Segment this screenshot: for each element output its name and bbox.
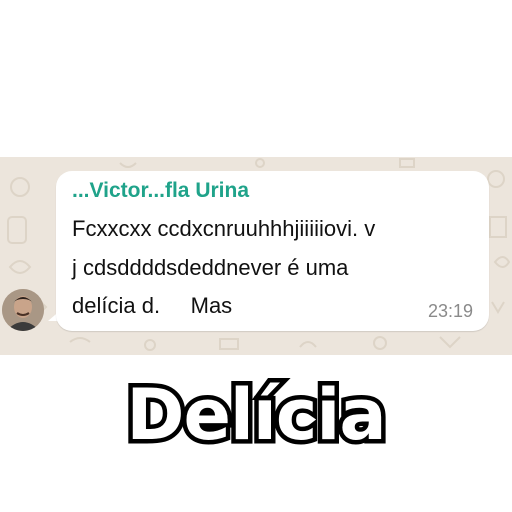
message-text-line: delícia d. Mas [72, 293, 233, 318]
doodle-chevron-icon [439, 336, 461, 349]
doodle-dot-icon [144, 339, 156, 351]
doodle-box-icon [399, 158, 415, 168]
message-text-line: Fcxxcxx ccdxcnruuhhhjiiiiiovi. v [72, 216, 376, 241]
message-text-line: j cdsddddsdeddnever é uma [72, 255, 349, 280]
doodle-wave-icon [299, 341, 317, 348]
doodle-box-icon [219, 338, 239, 350]
doodle-square-icon [489, 216, 507, 238]
doodle-circle-icon [10, 177, 30, 197]
doodle-wave-icon [69, 337, 91, 343]
chat-background: ...Victor...fla Urina Fcxxcxx ccdxcnruuh… [0, 157, 512, 355]
doodle-circle-icon [487, 170, 505, 188]
message-bubble[interactable]: ...Victor...fla Urina Fcxxcxx ccdxcnruuh… [56, 171, 489, 331]
doodle-leaf-icon [8, 260, 32, 274]
doodle-wave-icon [119, 162, 137, 168]
message-timestamp: 23:19 [427, 301, 473, 321]
doodle-dot-icon [373, 336, 387, 350]
sender-name[interactable]: ...Victor...fla Urina [72, 179, 249, 203]
sender-avatar[interactable] [2, 289, 44, 331]
doodle-dot-icon [255, 158, 265, 168]
doodle-phone-icon [7, 216, 27, 244]
doodle-leaf-icon [493, 256, 511, 268]
meme-caption: Delícia [122, 370, 391, 461]
person-avatar-icon [2, 289, 44, 331]
doodle-chevron-icon [491, 301, 505, 314]
